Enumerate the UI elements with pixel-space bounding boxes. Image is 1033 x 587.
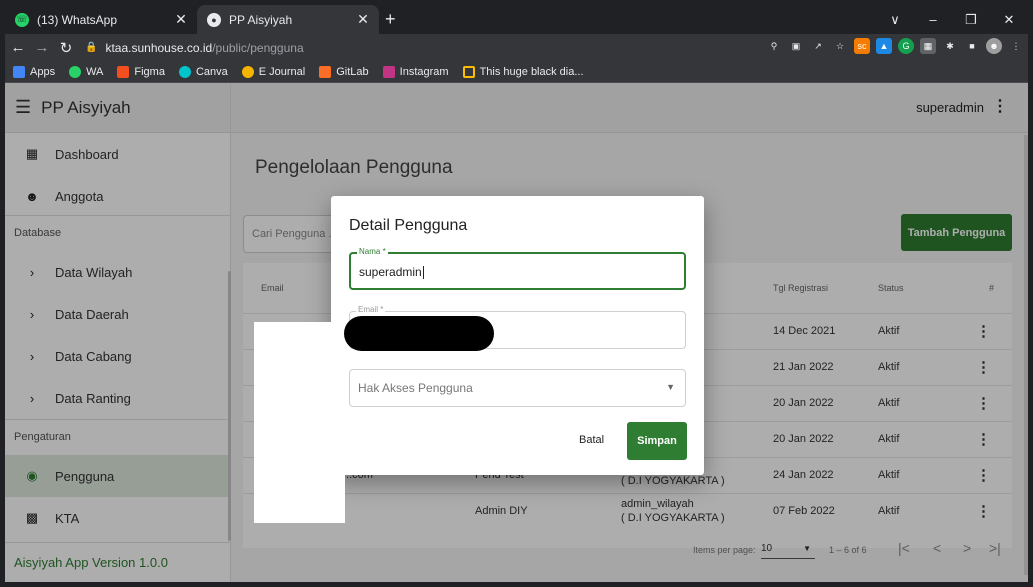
- apps-icon: [13, 65, 25, 78]
- bookmark-label: Figma: [134, 65, 165, 78]
- back-icon[interactable]: ←: [7, 39, 29, 56]
- translate-icon[interactable]: ▣: [788, 38, 804, 54]
- bookmark-label: This huge black dia...: [479, 65, 584, 78]
- name-field[interactable]: Nama * superadmin: [349, 247, 686, 290]
- canva-icon: [178, 65, 191, 78]
- app-root: ☰ PP Aisyiyah ▦ Dashboard ☻ Anggota Data…: [5, 83, 1028, 582]
- save-button[interactable]: Simpan: [627, 422, 687, 460]
- share-icon[interactable]: ↗: [810, 38, 826, 54]
- tab-title: PP Aisyiyah: [229, 12, 293, 27]
- figma-icon: [117, 65, 130, 78]
- role-select-placeholder: Hak Akses Pengguna: [358, 381, 473, 395]
- bookmark-black-diamond[interactable]: This huge black dia...: [462, 65, 584, 78]
- reload-icon[interactable]: ↻: [55, 39, 77, 57]
- instagram-icon: [382, 65, 395, 78]
- whatsapp-icon: [69, 65, 82, 78]
- whatsapp-icon: ☏: [15, 12, 29, 27]
- lock-icon: 🔒: [85, 42, 98, 53]
- puzzle-icon[interactable]: ✱: [942, 38, 958, 54]
- new-tab-button[interactable]: +: [385, 9, 396, 30]
- tab-search-icon[interactable]: ∨: [876, 12, 914, 28]
- gitlab-icon: [319, 65, 332, 78]
- bookmark-apps[interactable]: Apps: [13, 65, 56, 78]
- extensions-bar: ⚲ ▣ ↗ ☆ sc ▲ G ▦ ✱ ■ ☻ ⋮: [766, 38, 1024, 54]
- bookmark-label: Instagram: [399, 65, 449, 78]
- close-icon[interactable]: ✕: [171, 11, 191, 28]
- email-field-label: Email *: [356, 305, 386, 314]
- window-controls: ∨ – ❒ ✕: [876, 5, 1028, 34]
- tab-whatsapp[interactable]: ☏ (13) WhatsApp ✕: [5, 5, 197, 34]
- extension-grey-icon[interactable]: ▦: [920, 38, 936, 54]
- name-field-label: Nama *: [357, 247, 388, 256]
- name-field-value: superadmin: [359, 265, 424, 280]
- sidepanel-icon[interactable]: ■: [964, 38, 980, 54]
- role-select[interactable]: Hak Akses Pengguna ▼: [349, 369, 686, 407]
- minimize-icon[interactable]: –: [914, 12, 952, 27]
- address-bar[interactable]: 🔒 ktaa.sunhouse.co.id /public/pengguna: [85, 37, 725, 58]
- cancel-button[interactable]: Batal: [579, 434, 604, 446]
- dropdown-arrow-icon: ▼: [666, 382, 675, 392]
- bookmark-label: Apps: [30, 65, 56, 78]
- tab-pp-aisyiyah[interactable]: ● PP Aisyiyah ✕: [197, 5, 379, 34]
- star-icon[interactable]: ☆: [832, 38, 848, 54]
- close-icon[interactable]: ✕: [353, 11, 373, 28]
- redaction-scribble: [344, 316, 494, 351]
- bookmark-label: GitLab: [336, 65, 369, 78]
- browser-toolbar: ← → ↻ 🔒 ktaa.sunhouse.co.id /public/peng…: [5, 34, 1028, 61]
- browser-menu-icon[interactable]: ⋮: [1008, 38, 1024, 54]
- bookmark-instagram[interactable]: Instagram: [382, 65, 449, 78]
- bookmark-folder-icon: [462, 65, 475, 78]
- bookmark-canva[interactable]: Canva: [178, 65, 228, 78]
- browser-window: ☏ (13) WhatsApp ✕ ● PP Aisyiyah ✕ + ∨ – …: [5, 5, 1028, 582]
- tab-title: (13) WhatsApp: [37, 12, 118, 27]
- ejournal-icon: [241, 65, 254, 78]
- grammarly-icon[interactable]: G: [898, 38, 914, 54]
- url-host: ktaa.sunhouse.co.id: [105, 40, 213, 55]
- maximize-icon[interactable]: ❒: [952, 12, 990, 28]
- name-value-text: superadmin: [359, 265, 422, 279]
- bookmark-ejournal[interactable]: E Journal: [241, 65, 306, 78]
- text-caret: [422, 266, 424, 280]
- extension-sc-icon[interactable]: sc: [854, 38, 870, 54]
- bookmark-label: Canva: [195, 65, 228, 78]
- dialog-title: Detail Pengguna: [349, 217, 468, 234]
- extension-blue-icon[interactable]: ▲: [876, 38, 892, 54]
- bookmark-label: E Journal: [258, 65, 306, 78]
- bookmarks-bar: Apps WA Figma Canva E Journal GitLab Ins…: [5, 61, 1028, 83]
- redaction-block: [254, 322, 345, 523]
- bookmark-label: WA: [86, 65, 104, 78]
- close-window-icon[interactable]: ✕: [990, 12, 1028, 28]
- bookmark-wa[interactable]: WA: [69, 65, 104, 78]
- forward-icon[interactable]: →: [31, 39, 53, 56]
- globe-icon: ●: [207, 12, 221, 27]
- bookmark-figma[interactable]: Figma: [117, 65, 165, 78]
- url-path: /public/pengguna: [212, 40, 304, 55]
- avatar[interactable]: ☻: [986, 38, 1002, 54]
- tab-bar: ☏ (13) WhatsApp ✕ ● PP Aisyiyah ✕ + ∨ – …: [5, 5, 1028, 34]
- key-icon[interactable]: ⚲: [766, 38, 782, 54]
- bookmark-gitlab[interactable]: GitLab: [319, 65, 369, 78]
